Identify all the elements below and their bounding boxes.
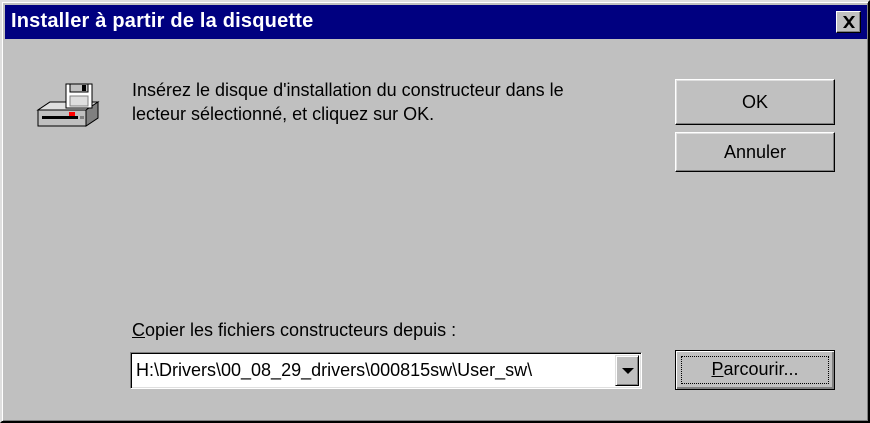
copy-from-label-mnemonic: C (132, 320, 145, 340)
close-button[interactable] (836, 11, 861, 33)
copy-from-path-input[interactable]: H:\Drivers\00_08_29_drivers\000815sw\Use… (136, 360, 606, 381)
close-icon (843, 16, 855, 28)
browse-mnemonic: P (711, 359, 724, 379)
ok-button[interactable]: OK (675, 79, 835, 125)
dropdown-button[interactable] (615, 355, 639, 386)
chevron-down-icon (622, 368, 634, 374)
dialog-title: Installer à partir de la disquette (11, 10, 314, 32)
install-from-disk-dialog: Installer à partir de la disquette Insér… (0, 0, 870, 423)
copy-from-label-text: opier les fichiers constructeurs depuis … (145, 320, 457, 340)
cancel-button[interactable]: Annuler (675, 132, 835, 172)
copy-from-label: Copier les fichiers constructeurs depuis… (132, 320, 456, 341)
copy-from-combobox[interactable]: H:\Drivers\00_08_29_drivers\000815sw\Use… (130, 352, 642, 389)
browse-label-text: arcourir... (723, 359, 799, 379)
browse-button-label: Parcourir... (711, 359, 798, 379)
browse-button[interactable]: Parcourir... (675, 350, 835, 390)
instruction-text: Insérez le disque d'installation du cons… (132, 80, 564, 124)
title-bar[interactable]: Installer à partir de la disquette (5, 5, 867, 39)
floppy-drive-icon (36, 83, 100, 127)
